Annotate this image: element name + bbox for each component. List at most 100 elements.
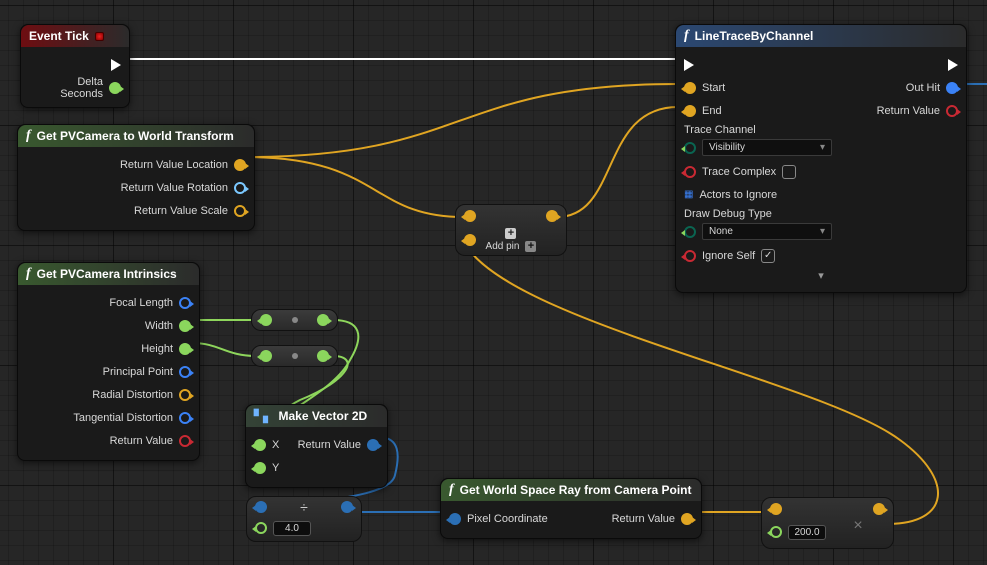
pin-label: Width	[145, 320, 173, 332]
array-icon: ▦	[684, 189, 693, 200]
pin-label: Height	[141, 343, 173, 355]
pin-label: Draw Debug Type	[684, 208, 772, 220]
int-out-pin[interactable]	[179, 320, 191, 332]
rotator-out-pin[interactable]	[234, 182, 246, 194]
pin-label: End	[702, 105, 722, 117]
add-struct-node[interactable]: + Add pin +	[455, 204, 567, 256]
exec-in-pin[interactable]	[684, 59, 694, 71]
line-trace-node[interactable]: fLineTraceByChannel Start Out Hit End Retu…	[675, 24, 967, 293]
function-icon: f	[26, 266, 31, 282]
in-pin[interactable]	[255, 501, 267, 513]
trace-complex-checkbox[interactable]	[782, 165, 796, 179]
pin-label: Trace Complex	[702, 166, 776, 178]
struct-icon: ▘▖	[254, 409, 272, 423]
plus-icon: +	[505, 228, 516, 239]
expand-node-button[interactable]: ▾	[684, 267, 958, 284]
multiply-node[interactable]: × 200.0	[761, 497, 894, 549]
vector-out-pin[interactable]	[681, 513, 693, 525]
close-icon[interactable]: ×	[848, 516, 868, 536]
pin-label: Start	[702, 82, 725, 94]
bool-in-pin[interactable]	[684, 250, 696, 262]
exec-out-pin[interactable]	[948, 59, 958, 71]
pin-label: Return Value Location	[120, 159, 228, 171]
add-pin-button[interactable]: +	[525, 241, 536, 252]
function-icon: f	[684, 28, 689, 44]
out-pin[interactable]	[317, 350, 329, 362]
pin-label: Delta Seconds	[39, 76, 103, 100]
in-pin[interactable]	[260, 350, 272, 362]
operator-label: ÷	[300, 499, 308, 515]
float-in-pin[interactable]	[254, 462, 266, 474]
value-input[interactable]: 4.0	[273, 521, 311, 536]
pin-label: Return Value	[110, 435, 173, 447]
in-pin[interactable]	[255, 522, 267, 534]
node-title: Get PVCamera Intrinsics	[37, 267, 177, 281]
pin-label: Out Hit	[906, 82, 940, 94]
node-title: Get PVCamera to World Transform	[37, 129, 234, 143]
event-tick-node[interactable]: Event Tick Delta Seconds	[20, 24, 130, 108]
pin-label: Focal Length	[109, 297, 173, 309]
node-header: f Get PVCamera Intrinsics	[18, 263, 199, 285]
pin-label: Return Value	[612, 513, 675, 525]
pin-label: Return Value Scale	[134, 205, 228, 217]
divide-node[interactable]: ÷ 4.0	[246, 496, 362, 542]
intrinsics-node[interactable]: f Get PVCamera Intrinsics Focal Length Wi…	[17, 262, 200, 461]
world-ray-node[interactable]: f Get World Space Ray from Camera Point P…	[440, 478, 702, 539]
function-icon: f	[26, 128, 31, 144]
vector-out-pin[interactable]	[234, 205, 246, 217]
pin-label: Ignore Self	[702, 250, 755, 262]
bool-out-pin[interactable]	[946, 105, 958, 117]
pin-label: Pixel Coordinate	[467, 513, 548, 525]
ignore-self-checkbox[interactable]: ✓	[761, 249, 775, 263]
node-header: ▘▖Make Vector 2D	[246, 405, 387, 427]
add-pin-label: Add pin	[486, 241, 520, 252]
struct-out-pin[interactable]	[179, 412, 191, 424]
out-pin[interactable]	[546, 210, 558, 222]
trace-channel-dropdown[interactable]: Visibility	[702, 139, 832, 156]
function-icon: f	[449, 482, 454, 498]
pin-label: Return Value Rotation	[121, 182, 228, 194]
struct-out-pin[interactable]	[179, 297, 191, 309]
int-out-pin[interactable]	[179, 343, 191, 355]
vector2d-out-pin[interactable]	[367, 439, 379, 451]
cast-node-1[interactable]	[251, 309, 338, 331]
value-input[interactable]: 200.0	[788, 525, 826, 540]
make-vector2d-node[interactable]: ▘▖Make Vector 2D XReturn Value Y	[245, 404, 388, 488]
in-pin[interactable]	[770, 526, 782, 538]
out-pin[interactable]	[873, 503, 885, 515]
exec-out-pin[interactable]	[111, 59, 121, 71]
pin-label: X	[272, 439, 279, 451]
bool-in-pin[interactable]	[684, 166, 696, 178]
node-header: f Get World Space Ray from Camera Point	[441, 479, 701, 501]
struct-out-pin[interactable]	[946, 82, 958, 94]
node-header: f Get PVCamera to World Transform	[18, 125, 254, 147]
in-pin[interactable]	[464, 210, 476, 222]
vector-in-pin[interactable]	[684, 82, 696, 94]
pin-label: Return Value	[298, 439, 361, 451]
debug-type-dropdown[interactable]: None	[702, 223, 832, 240]
vector-in-pin[interactable]	[684, 105, 696, 117]
out-pin[interactable]	[317, 314, 329, 326]
in-pin[interactable]	[770, 503, 782, 515]
node-title: Get World Space Ray from Camera Point	[460, 483, 692, 497]
pin-label: Radial Distortion	[92, 389, 173, 401]
pin-label: Return Value	[877, 105, 940, 117]
event-indicator-icon	[95, 32, 104, 41]
float-out-pin[interactable]	[109, 82, 121, 94]
in-pin[interactable]	[464, 234, 476, 246]
float-in-pin[interactable]	[254, 439, 266, 451]
out-pin[interactable]	[341, 501, 353, 513]
cam-transform-node[interactable]: f Get PVCamera to World Transform Return …	[17, 124, 255, 231]
struct-out-pin[interactable]	[179, 366, 191, 378]
enum-in-pin[interactable]	[684, 226, 696, 238]
node-header: fLineTraceByChannel	[676, 25, 966, 47]
bool-out-pin[interactable]	[179, 435, 191, 447]
enum-in-pin[interactable]	[684, 142, 696, 154]
drag-icon	[292, 353, 298, 359]
in-pin[interactable]	[260, 314, 272, 326]
cast-node-2[interactable]	[251, 345, 338, 367]
vector-out-pin[interactable]	[179, 389, 191, 401]
vector2d-in-pin[interactable]	[449, 513, 461, 525]
node-title: Event Tick	[29, 29, 89, 43]
vector-out-pin[interactable]	[234, 159, 246, 171]
